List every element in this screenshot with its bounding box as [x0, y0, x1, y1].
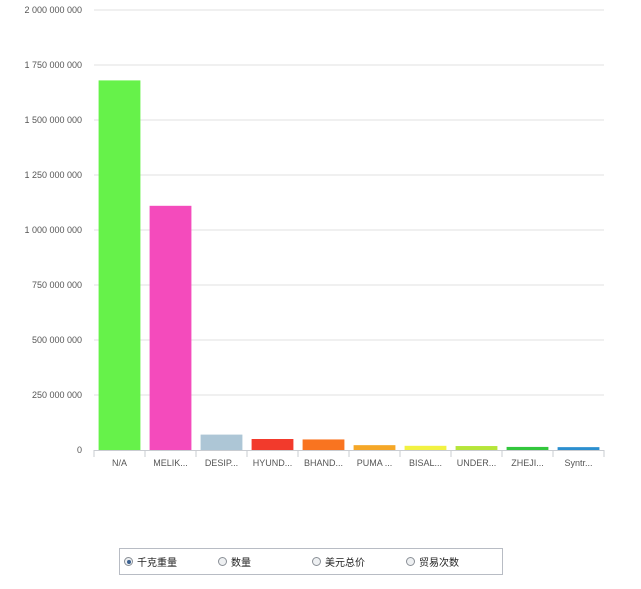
option-quantity[interactable]: 数量 [214, 554, 308, 569]
x-tick-label: Syntr... [564, 458, 592, 468]
radio-quantity[interactable] [218, 557, 227, 566]
x-tick-label: MELIK... [153, 458, 188, 468]
option-usd-total[interactable]: 美元总价 [308, 554, 402, 569]
option-weight-kg-label: 千克重量 [137, 558, 177, 569]
x-tick-label: BHAND... [304, 458, 343, 468]
bar [302, 439, 345, 450]
x-tick-label: N/A [112, 458, 127, 468]
x-tick-label: UNDER... [457, 458, 497, 468]
radio-trade-count[interactable] [406, 557, 415, 566]
y-tick-label: 1 500 000 000 [24, 115, 82, 125]
bar [149, 205, 192, 450]
x-axis: N/A MELIK... DESIP... HYUND... BHAND... PUMA … [93, 450, 605, 468]
y-tick-label: 1 750 000 000 [24, 60, 82, 70]
bar [353, 445, 396, 450]
bar [506, 446, 549, 450]
bar [98, 80, 141, 451]
bar [200, 434, 243, 450]
x-tick-label: BISAL... [409, 458, 442, 468]
y-tick-label: 1 250 000 000 [24, 170, 82, 180]
option-usd-total-label: 美元总价 [325, 558, 365, 569]
option-trade-count[interactable]: 贸易次数 [402, 554, 496, 569]
y-tick-label: 2 000 000 000 [24, 5, 82, 15]
bar [557, 447, 600, 450]
x-tick-label: ZHEJI... [511, 458, 544, 468]
y-tick-label: 750 000 000 [32, 280, 82, 290]
bar [251, 439, 294, 450]
option-trade-count-label: 贸易次数 [419, 558, 459, 569]
x-tick-label: PUMA ... [357, 458, 393, 468]
radio-weight-kg[interactable] [124, 557, 133, 566]
x-tick-label: DESIP... [205, 458, 238, 468]
y-tick-label: 250 000 000 [32, 390, 82, 400]
x-tick-label: HYUND... [253, 458, 293, 468]
y-tick-label: 1 000 000 000 [24, 225, 82, 235]
bar-chart: 0 250 000 000 500 000 000 750 000 000 1 000 … [24, 5, 605, 468]
option-weight-kg[interactable]: 千克重量 [120, 554, 214, 569]
y-tick-label: 0 [77, 445, 82, 455]
bar [404, 445, 447, 450]
y-tick-label: 500 000 000 [32, 335, 82, 345]
y-axis-labels: 0 250 000 000 500 000 000 750 000 000 1 000 … [24, 5, 82, 455]
option-quantity-label: 数量 [231, 558, 251, 569]
bar [455, 446, 498, 450]
radio-usd-total[interactable] [312, 557, 321, 566]
metric-selector: 千克重量 数量 美元总价 贸易次数 [119, 548, 503, 575]
